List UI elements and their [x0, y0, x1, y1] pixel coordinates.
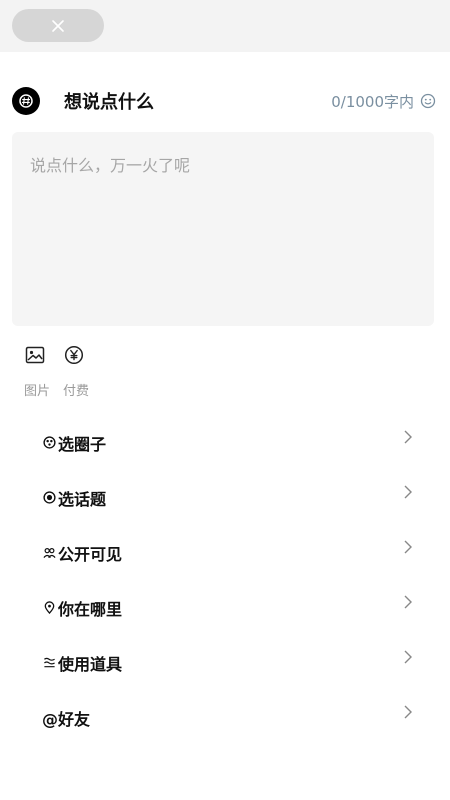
char-counter: 0/1000字内 [331, 91, 436, 112]
menu-item-topic[interactable]: 选话题 [42, 470, 422, 525]
menu-label-mention-friends: @好友 [42, 709, 91, 729]
menu-label-location: 你在哪里 [58, 599, 123, 619]
close-icon [52, 19, 64, 32]
post-options-menu: 选圈子 选话题 公开可见 你在哪里 使用道具 @好友 [42, 415, 422, 745]
post-placeholder: 说点什么，万一火了呢 [30, 156, 191, 175]
menu-item-location[interactable]: 你在哪里 [42, 580, 422, 635]
char-counter-text: 0/1000字内 [331, 92, 414, 111]
top-bar [0, 0, 450, 52]
add-image-button[interactable]: 图片 [24, 344, 63, 399]
chevron-right-icon [404, 705, 412, 719]
topic-badge-icon[interactable] [12, 87, 40, 115]
chevron-right-icon [404, 430, 412, 444]
location-icon [42, 601, 56, 615]
close-button[interactable] [12, 9, 104, 42]
paid-button[interactable]: 付费 [63, 344, 102, 399]
page-title: 想说点什么 [64, 92, 154, 113]
menu-label-topic: 选话题 [58, 489, 107, 509]
menu-label-props: 使用道具 [58, 654, 123, 674]
post-header: 想说点什么 0/1000字内 [12, 84, 436, 118]
image-icon [24, 344, 46, 366]
attachment-toolbar: 图片 付费 [24, 344, 102, 399]
topic-icon [42, 491, 56, 505]
paid-label: 付费 [63, 384, 90, 399]
people-icon [42, 546, 56, 560]
circle-group-icon [42, 436, 56, 450]
chevron-right-icon [404, 540, 412, 554]
post-text-input[interactable]: 说点什么，万一火了呢 [12, 132, 434, 326]
chevron-right-icon [404, 485, 412, 499]
image-label: 图片 [24, 384, 51, 399]
menu-item-props[interactable]: 使用道具 [42, 635, 422, 690]
chevron-right-icon [404, 595, 412, 609]
menu-label-circle: 选圈子 [58, 434, 107, 454]
menu-label-visibility: 公开可见 [58, 544, 123, 564]
yen-icon [63, 344, 85, 366]
chevron-right-icon [404, 650, 412, 664]
menu-item-circle[interactable]: 选圈子 [42, 415, 422, 470]
props-icon [42, 656, 56, 670]
menu-item-visibility[interactable]: 公开可见 [42, 525, 422, 580]
emoji-icon[interactable] [420, 93, 436, 109]
menu-item-mention-friends[interactable]: @好友 [42, 690, 422, 745]
